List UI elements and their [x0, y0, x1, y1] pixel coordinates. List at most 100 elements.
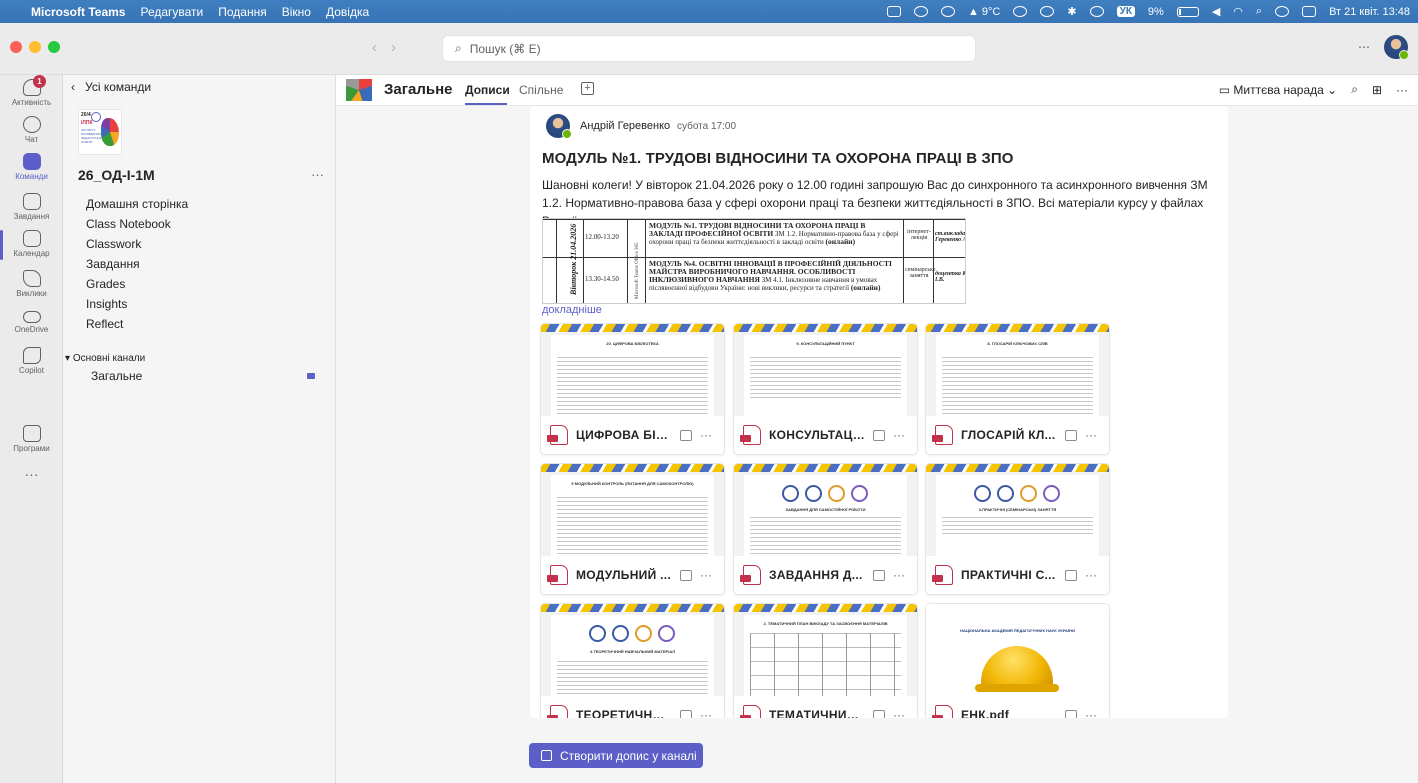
nav-assignments[interactable]: Завдання [86, 257, 140, 271]
share-icon[interactable] [873, 429, 885, 441]
file-name: ПРАКТИЧНІ С... [961, 568, 1056, 582]
file-card[interactable]: 8. ГЛОСАРІЙ КЛЮЧОВИХ СЛІВ ГЛОСАРІЙ КЛ...… [926, 324, 1109, 454]
schedule-border [543, 219, 557, 303]
status-app-icon[interactable] [886, 6, 901, 17]
back-arrow-icon[interactable]: ‹ [372, 39, 391, 56]
rail-apps[interactable]: Програми [0, 425, 63, 453]
keyboard-language[interactable]: УК [1116, 6, 1135, 17]
channels-header[interactable]: ▾ Основні канали [65, 353, 145, 364]
rail-onedrive[interactable]: OneDrive [0, 308, 63, 334]
schedule-table-image[interactable]: Вівторок 21.04.2026 12.00-13.20 13.30-14… [542, 218, 966, 304]
minimize-window-button[interactable] [29, 41, 41, 53]
share-icon[interactable] [680, 569, 692, 581]
share-icon[interactable] [1065, 709, 1077, 718]
see-more-link[interactable]: докладніше [542, 304, 602, 316]
file-card[interactable]: 20. ЦИФРОВА БІБЛІОТЕКА ЦИФРОВА БІБ... ··· [541, 324, 724, 454]
file-card[interactable]: 4.ТЕОРЕТИЧНИЙ НАВЧАЛЬНИЙ МАТЕРІАЛ ТЕОРЕТ… [541, 604, 724, 718]
file-card[interactable]: 2. ТЕМАТИЧНИЙ ПЛАН ВИКЛАДУ ТА ЗАСВОЄННЯ … [734, 604, 917, 718]
share-icon[interactable] [873, 709, 885, 718]
nav-home[interactable]: Домашня сторінка [86, 197, 188, 211]
expand-icon[interactable]: ⊞ [1372, 83, 1382, 97]
wifi-icon[interactable]: ◠ [1233, 5, 1243, 18]
battery-icon[interactable] [1176, 6, 1199, 17]
menu-edit[interactable]: Редагувати [140, 5, 203, 19]
rail-more-icon[interactable]: ··· [0, 466, 63, 482]
rail-calendar[interactable]: Календар [0, 230, 63, 258]
file-more-icon[interactable]: ··· [700, 568, 712, 582]
profile-avatar[interactable] [1384, 35, 1409, 60]
channel-general[interactable]: Загальне [63, 367, 336, 386]
share-icon[interactable] [1065, 429, 1077, 441]
bluetooth-icon[interactable]: ✱ [1067, 5, 1076, 18]
file-more-icon[interactable]: ··· [700, 708, 712, 718]
share-icon[interactable] [873, 569, 885, 581]
zoom-window-button[interactable] [48, 41, 60, 53]
nav-class-notebook[interactable]: Class Notebook [86, 217, 171, 231]
close-window-button[interactable] [10, 41, 22, 53]
rail-assignments[interactable]: Завдання [0, 193, 63, 221]
app-menu[interactable]: Microsoft Teams [31, 5, 125, 19]
file-card[interactable]: 9. КОНСУЛЬТАЦІЙНИЙ ПУНКТ КОНСУЛЬТАЦІ... ·… [734, 324, 917, 454]
tab-posts[interactable]: Дописи [465, 83, 510, 97]
control-center-icon[interactable] [1302, 6, 1317, 17]
thumb-text [750, 517, 901, 556]
file-card[interactable]: НАЦІОНАЛЬНА АКАДЕМІЯ ПЕДАГОГІЧНИХ НАУК У… [926, 604, 1109, 718]
sound-icon[interactable]: ◀ [1212, 5, 1220, 18]
file-card[interactable]: ЗАВДАННЯ ДЛЯ САМОСТІЙНОЇ РОБОТИ ЗАВДАННЯ… [734, 464, 917, 594]
nav-grades[interactable]: Grades [86, 277, 125, 291]
menu-view[interactable]: Подання [218, 5, 266, 19]
search-icon[interactable]: ⌕ [1351, 82, 1358, 97]
nav-classwork[interactable]: Classwork [86, 237, 141, 251]
menu-window[interactable]: Вікно [282, 5, 311, 19]
file-more-icon[interactable]: ··· [893, 708, 905, 718]
spotlight-icon[interactable]: ⌕ [1256, 5, 1262, 18]
new-post-button[interactable]: Створити допис у каналі [529, 743, 703, 768]
tab-shared[interactable]: Спільне [519, 83, 563, 97]
menu-help[interactable]: Довідка [326, 5, 369, 19]
status-user-icon[interactable] [1089, 6, 1104, 17]
weather-widget[interactable]: ▲ 9°C [968, 6, 1000, 18]
search-placeholder: Пошук (⌘ E) [469, 41, 541, 56]
status-record-icon[interactable] [1275, 6, 1290, 17]
add-tab-icon[interactable]: + [581, 82, 594, 95]
rail-calls[interactable]: Виклики [0, 270, 63, 298]
thumb-title: НАЦІОНАЛЬНА АКАДЕМІЯ ПЕДАГОГІЧНИХ НАУК У… [960, 628, 1075, 633]
nav-insights[interactable]: Insights [86, 297, 127, 311]
file-more-icon[interactable]: ··· [1085, 428, 1097, 442]
file-more-icon[interactable]: ··· [1085, 708, 1097, 718]
share-icon[interactable] [680, 429, 692, 441]
nav-reflect[interactable]: Reflect [86, 317, 123, 331]
back-label: Усі команди [85, 80, 152, 94]
team-more-options-icon[interactable]: ··· [311, 167, 324, 182]
share-icon[interactable] [680, 709, 692, 718]
file-more-icon[interactable]: ··· [893, 568, 905, 582]
app-rail: 1 Активність Чат Команди Завдання Календа… [0, 75, 63, 783]
file-name: ЕНК.pdf [961, 708, 1010, 718]
thumb-stripe [926, 324, 1109, 332]
rail-activity[interactable]: 1 Активність [0, 75, 63, 107]
all-teams-back-button[interactable]: ‹ Усі команди [71, 80, 151, 94]
status-dropbox-icon[interactable] [913, 6, 928, 17]
rail-teams[interactable]: Команди [0, 153, 63, 181]
clock[interactable]: Вт 21 квіт. 13:48 [1329, 6, 1410, 18]
meet-now-button[interactable]: ▭ Миттєва нарада ⌄ [1219, 83, 1337, 97]
posts-area: Андрій Геревенко субота 17:00 МОДУЛЬ №1.… [336, 106, 1418, 783]
forward-arrow-icon[interactable]: › [391, 39, 410, 56]
post-author[interactable]: Андрій Геревенко [580, 120, 670, 132]
file-more-icon[interactable]: ··· [1085, 568, 1097, 582]
author-avatar[interactable] [546, 114, 572, 139]
status-vpn-icon[interactable] [1013, 6, 1028, 17]
status-skype-icon[interactable] [1040, 6, 1055, 17]
channel-name: Загальне [91, 369, 143, 383]
status-screen-icon[interactable] [940, 6, 955, 17]
rail-chat[interactable]: Чат [0, 116, 63, 144]
rail-copilot[interactable]: Copilot [0, 347, 63, 375]
file-more-icon[interactable]: ··· [700, 428, 712, 442]
share-icon[interactable] [1065, 569, 1077, 581]
more-options-icon[interactable]: ··· [1396, 83, 1408, 97]
search-input[interactable]: ⌕ Пошук (⌘ E) [442, 35, 976, 62]
file-more-icon[interactable]: ··· [893, 428, 905, 442]
file-card[interactable]: 3.ПРАКТИЧНІ (СЕМІНАРСЬКІ) ЗАНЯТТЯ ПРАКТИ… [926, 464, 1109, 594]
file-card[interactable]: 5 МОДУЛЬНИЙ КОНТРОЛЬ (ПИТАННЯ ДЛЯ САМОКО… [541, 464, 724, 594]
more-options-icon[interactable]: ⋯ [1358, 40, 1370, 54]
